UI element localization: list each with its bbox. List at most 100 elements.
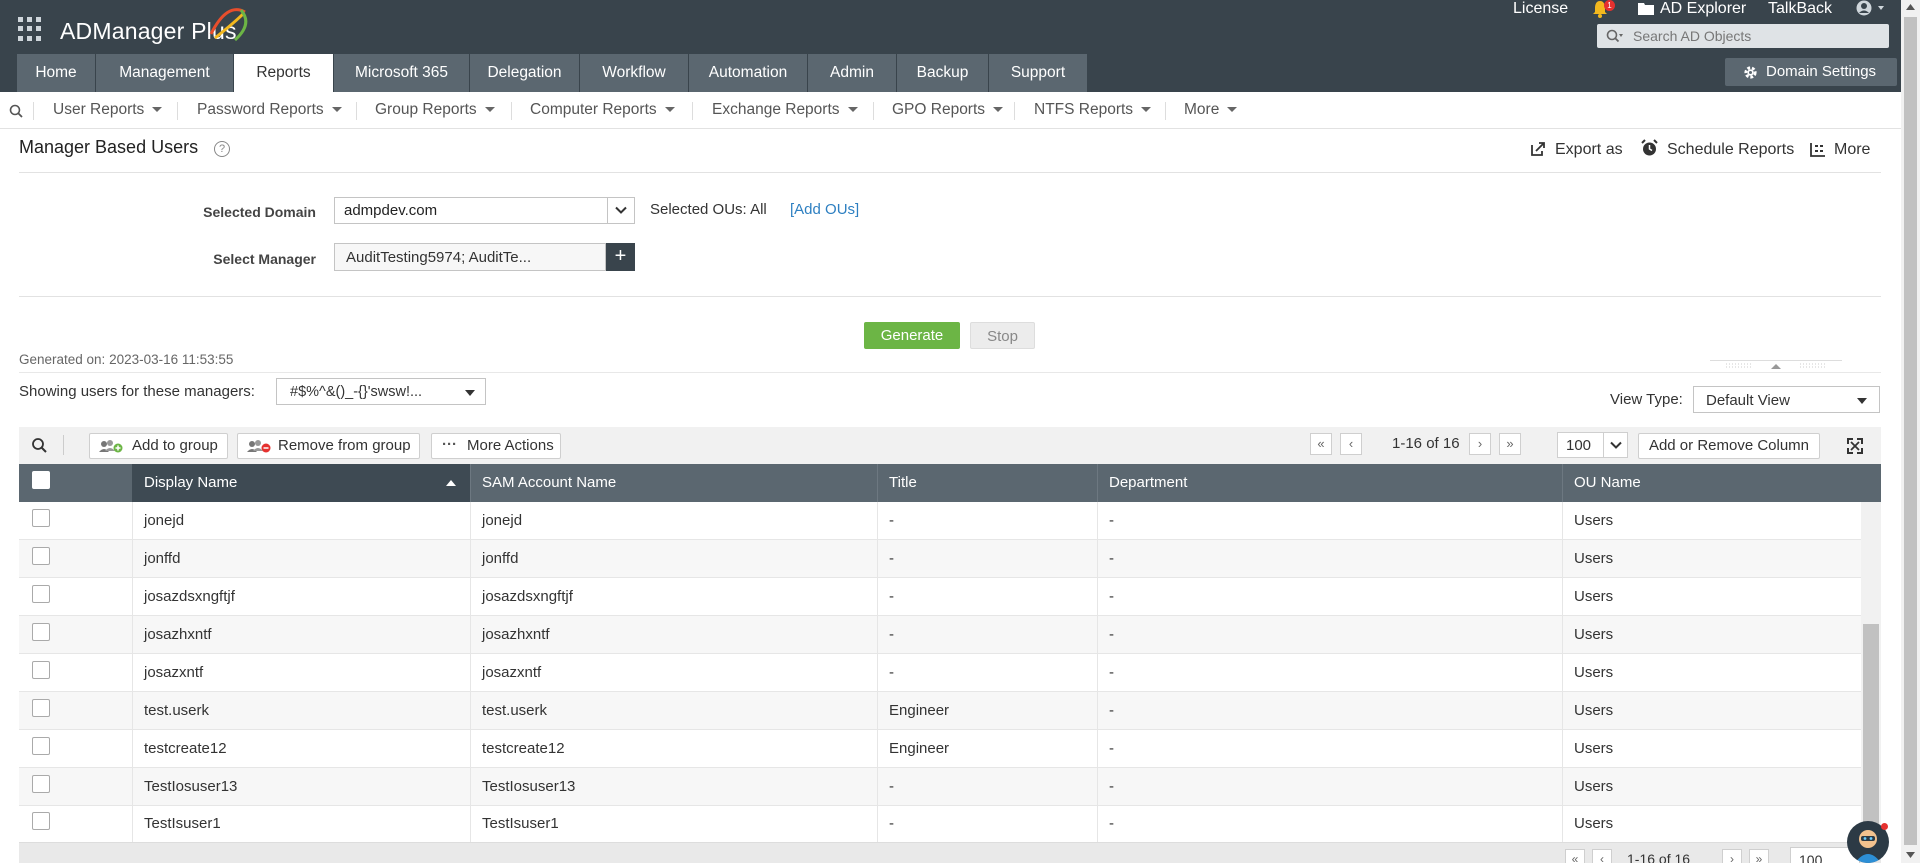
last-page-button[interactable]: »: [1499, 433, 1521, 455]
add-remove-column-button[interactable]: Add or Remove Column: [1638, 433, 1820, 459]
page-scrollbar[interactable]: [1901, 0, 1920, 863]
app-grid-icon[interactable]: [18, 17, 42, 41]
subnav-ntfs-reports[interactable]: NTFS Reports: [1034, 92, 1152, 129]
cell-display-name: jonejd: [144, 512, 185, 529]
chevron-down-icon: [1610, 441, 1622, 449]
row-checkbox[interactable]: [32, 737, 50, 755]
row-checkbox[interactable]: [32, 812, 50, 830]
row-checkbox[interactable]: [32, 699, 50, 717]
cell-sam-account-name: josazxntf: [482, 664, 542, 681]
subnav-gpo-reports[interactable]: GPO Reports: [892, 92, 1004, 129]
table-body: jonejd jonejd - - Users jonffd jonffd - …: [19, 502, 1861, 842]
caret-down-icon: [465, 390, 475, 396]
more-actions-button[interactable]: ··· More Actions: [431, 433, 561, 459]
generate-button[interactable]: Generate: [864, 322, 960, 349]
more-button[interactable]: More: [1834, 141, 1870, 159]
add-to-group-label: Add to group: [132, 437, 218, 454]
table-row[interactable]: josazdsxngftjf josazdsxngftjf - - Users: [19, 578, 1861, 616]
select-all-checkbox[interactable]: [32, 471, 50, 489]
subnav-user-reports[interactable]: User Reports: [53, 92, 163, 129]
column-header-ou-name[interactable]: OU Name: [1562, 464, 1881, 502]
tab-automation[interactable]: Automation: [689, 54, 807, 92]
row-checkbox[interactable]: [32, 623, 50, 641]
page-size-dropdown-button[interactable]: [1603, 433, 1627, 457]
table-row[interactable]: TestIsuser1 TestIsuser1 - - Users: [19, 805, 1861, 842]
managers-dropdown-value: #$%^&()_-{}'swsw!...: [290, 384, 423, 400]
tab-backup[interactable]: Backup: [897, 54, 988, 92]
report-search-icon[interactable]: [9, 104, 25, 118]
license-link[interactable]: License: [1513, 0, 1568, 18]
scroll-up-arrow-icon[interactable]: [1906, 4, 1915, 10]
subnav-computer-reports[interactable]: Computer Reports: [530, 92, 675, 129]
fullscreen-icon[interactable]: [1847, 438, 1863, 454]
cell-department: -: [1109, 550, 1114, 567]
user-account-icon[interactable]: [1856, 0, 1886, 16]
row-checkbox[interactable]: [32, 661, 50, 679]
next-page-button[interactable]: ›: [1469, 433, 1491, 455]
help-icon[interactable]: ?: [214, 141, 230, 157]
reports-subnav: User Reports Password Reports Group Repo…: [0, 92, 1920, 129]
tab-reports[interactable]: Reports: [234, 54, 333, 92]
table-row[interactable]: TestIosuser13 TestIosuser13 - - Users: [19, 768, 1861, 806]
tab-home[interactable]: Home: [17, 54, 95, 92]
tab-microsoft-365[interactable]: Microsoft 365: [334, 54, 469, 92]
subnav-exchange-reports[interactable]: Exchange Reports: [712, 92, 858, 129]
table-scrollbar[interactable]: [1861, 502, 1881, 842]
stop-button[interactable]: Stop: [970, 322, 1035, 349]
page-scroll-thumb[interactable]: [1904, 17, 1917, 845]
tab-management[interactable]: Management: [96, 54, 233, 92]
ad-search-input[interactable]: [1633, 26, 1883, 46]
add-ous-link[interactable]: [Add OUs]: [790, 201, 859, 218]
table-row[interactable]: josazhxntf josazhxntf - - Users: [19, 616, 1861, 654]
tab-workflow[interactable]: Workflow: [580, 54, 688, 92]
add-to-group-button[interactable]: Add to group: [89, 433, 228, 459]
row-checkbox[interactable]: [32, 775, 50, 793]
table-row[interactable]: jonejd jonejd - - Users: [19, 502, 1861, 540]
domain-select[interactable]: admpdev.com: [334, 197, 635, 224]
table-scroll-thumb[interactable]: [1863, 624, 1879, 839]
export-as-button[interactable]: Export as: [1555, 141, 1623, 159]
row-checkbox[interactable]: [32, 509, 50, 527]
column-header-sam-account-name[interactable]: SAM Account Name: [470, 464, 877, 502]
subnav-more[interactable]: More: [1184, 92, 1238, 129]
managers-dropdown[interactable]: #$%^&()_-{}'swsw!...: [276, 378, 486, 405]
select-manager-field[interactable]: AuditTesting5974; AuditTe...: [334, 243, 606, 271]
sort-ascending-icon: [446, 480, 456, 486]
domain-dropdown-button[interactable]: [607, 198, 634, 223]
caret-down-icon: [1857, 398, 1867, 404]
column-header-department[interactable]: Department: [1097, 464, 1562, 502]
subnav-group-reports[interactable]: Group Reports: [375, 92, 495, 129]
table-row[interactable]: josazxntf josazxntf - - Users: [19, 654, 1861, 692]
subnav-password-reports[interactable]: Password Reports: [197, 92, 342, 129]
ad-explorer-link[interactable]: AD Explorer: [1660, 0, 1746, 18]
footer-last-page-button[interactable]: »: [1749, 849, 1769, 863]
add-manager-button[interactable]: +: [606, 243, 635, 271]
cell-display-name: TestIsuser1: [144, 815, 221, 832]
row-checkbox[interactable]: [32, 585, 50, 603]
tab-support[interactable]: Support: [989, 54, 1087, 92]
footer-previous-page-button[interactable]: ‹: [1592, 849, 1612, 863]
domain-settings-button[interactable]: Domain Settings: [1725, 58, 1897, 86]
table-search-icon[interactable]: [31, 437, 49, 453]
tab-delegation[interactable]: Delegation: [470, 54, 579, 92]
column-header-display-name[interactable]: Display Name: [132, 464, 470, 502]
previous-page-button[interactable]: ‹: [1340, 433, 1362, 455]
remove-from-group-button[interactable]: Remove from group: [237, 433, 420, 459]
table-row[interactable]: test.userk test.userk Engineer - Users: [19, 692, 1861, 730]
footer-first-page-button[interactable]: «: [1565, 849, 1585, 863]
schedule-reports-button[interactable]: Schedule Reports: [1667, 141, 1794, 159]
table-row[interactable]: testcreate12 testcreate12 Engineer - Use…: [19, 730, 1861, 768]
cell-title: -: [889, 588, 894, 605]
page-size-select[interactable]: 100: [1557, 432, 1628, 458]
tab-admin[interactable]: Admin: [808, 54, 896, 92]
scroll-down-arrow-icon[interactable]: [1906, 852, 1915, 858]
cell-department: -: [1109, 512, 1114, 529]
table-row[interactable]: jonffd jonffd - - Users: [19, 540, 1861, 578]
talkback-link[interactable]: TalkBack: [1768, 0, 1832, 18]
first-page-button[interactable]: «: [1310, 433, 1332, 455]
footer-next-page-button[interactable]: ›: [1722, 849, 1742, 863]
view-type-dropdown[interactable]: Default View: [1693, 386, 1880, 413]
column-header-title[interactable]: Title: [877, 464, 1097, 502]
row-checkbox[interactable]: [32, 547, 50, 565]
divider: [19, 172, 1881, 173]
